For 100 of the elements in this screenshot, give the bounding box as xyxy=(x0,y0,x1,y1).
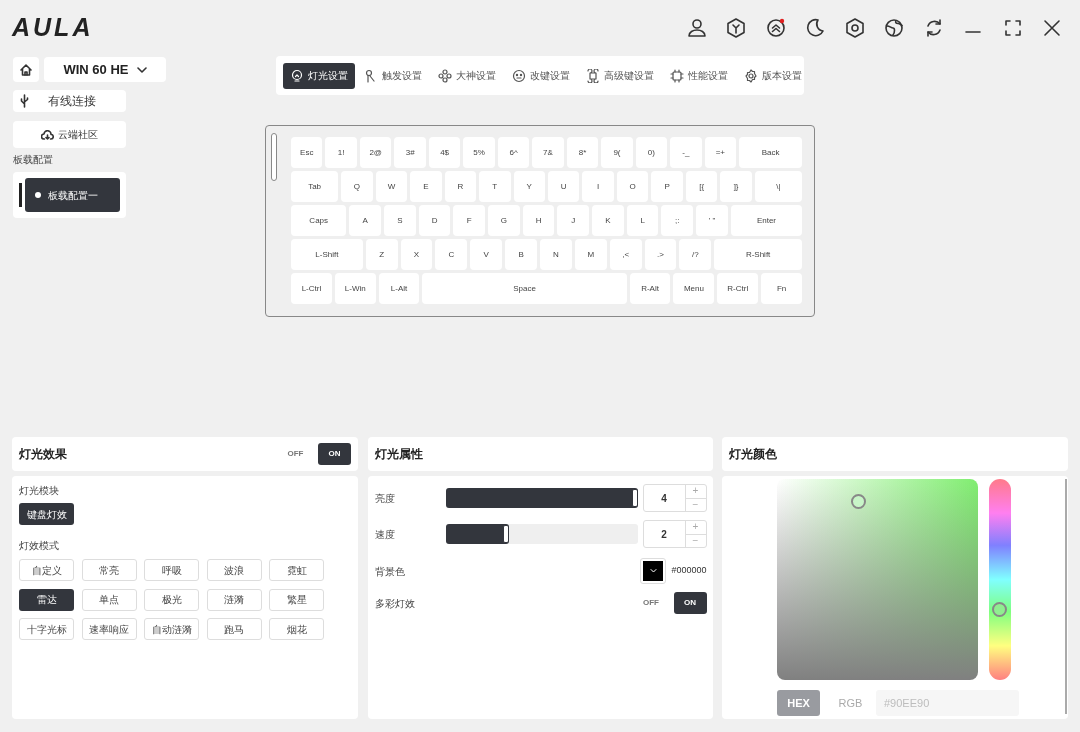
key[interactable]: B xyxy=(505,239,537,270)
key[interactable]: -_ xyxy=(670,137,702,168)
tab[interactable]: 版本设置 xyxy=(737,62,809,89)
fullscreen-icon[interactable] xyxy=(1002,18,1023,38)
key[interactable]: ,< xyxy=(609,239,642,270)
key[interactable]: L-Ctrl xyxy=(291,273,332,304)
key[interactable]: [{ xyxy=(685,171,718,202)
key[interactable]: /? xyxy=(679,239,712,270)
key[interactable]: U xyxy=(548,171,580,202)
toggle-option[interactable]: OFF xyxy=(634,592,668,614)
mode-button[interactable]: 自定义 xyxy=(19,559,74,581)
key[interactable]: F xyxy=(453,205,486,236)
key[interactable]: Fn xyxy=(761,273,802,304)
device-dropdown[interactable]: WIN 60 HE xyxy=(44,57,166,82)
mode-button[interactable]: 常亮 xyxy=(81,559,137,581)
scrollbar[interactable] xyxy=(1065,479,1067,714)
hexagon-icon[interactable] xyxy=(726,18,746,38)
key[interactable]: 5% xyxy=(463,137,495,168)
tab[interactable]: 大神设置 xyxy=(431,62,503,89)
key[interactable]: L xyxy=(626,205,659,236)
key[interactable]: 9( xyxy=(601,137,633,168)
key[interactable]: T xyxy=(479,171,511,202)
key[interactable]: Space xyxy=(422,273,627,304)
key[interactable]: \| xyxy=(754,171,803,202)
key[interactable]: ;: xyxy=(661,205,694,236)
key[interactable]: Back xyxy=(739,137,803,168)
key[interactable]: G xyxy=(488,205,520,236)
mode-button[interactable]: 呼吸 xyxy=(144,559,199,581)
key[interactable]: L-Shift xyxy=(291,239,363,270)
key[interactable]: A xyxy=(349,205,382,236)
key[interactable]: Q xyxy=(341,171,373,202)
home-button[interactable] xyxy=(13,57,39,82)
key[interactable]: 0) xyxy=(635,137,668,168)
saturation-area[interactable] xyxy=(777,479,978,680)
mode-button[interactable]: 霓虹 xyxy=(269,559,324,581)
tab[interactable]: 灯光设置 xyxy=(283,62,355,89)
mode-button[interactable]: 自动涟漪 xyxy=(144,618,199,640)
hex-field[interactable]: #90EE90 xyxy=(876,690,1019,716)
slider-thumb[interactable] xyxy=(502,525,509,543)
key[interactable]: O xyxy=(616,171,649,202)
key[interactable]: H xyxy=(522,205,555,236)
toggle-option[interactable]: ON xyxy=(673,592,707,614)
key[interactable]: 3# xyxy=(394,137,426,168)
key[interactable]: P xyxy=(651,171,683,202)
key[interactable]: X xyxy=(400,239,433,270)
cloud-button[interactable]: 云端社区 xyxy=(13,121,126,148)
mode-button[interactable]: 跑马 xyxy=(206,618,262,640)
key[interactable]: R-Alt xyxy=(629,273,671,304)
mode-button[interactable]: 波浪 xyxy=(206,559,262,581)
module-button[interactable]: 键盘灯效 xyxy=(19,503,74,525)
key[interactable]: Enter xyxy=(730,205,803,236)
key[interactable]: W xyxy=(375,171,408,202)
mode-button[interactable]: 烟花 xyxy=(269,618,324,640)
key[interactable]: .> xyxy=(644,239,677,270)
mode-button[interactable]: 雷达 xyxy=(19,588,74,611)
key[interactable]: S xyxy=(384,205,416,236)
key[interactable]: Esc xyxy=(291,137,323,168)
key[interactable]: C xyxy=(435,239,468,270)
chevrons-up-icon[interactable] xyxy=(765,18,786,38)
moon-icon[interactable] xyxy=(805,18,825,38)
mode-button[interactable]: 速率响应 xyxy=(81,618,137,640)
key[interactable]: 8* xyxy=(566,137,599,168)
key[interactable]: 1! xyxy=(325,137,357,168)
color-thumb[interactable] xyxy=(851,494,866,509)
slider-thumb[interactable] xyxy=(631,489,638,507)
mode-button[interactable]: 涟漪 xyxy=(206,588,262,611)
key[interactable]: ' " xyxy=(696,205,728,236)
mode-button[interactable]: 单点 xyxy=(81,588,137,611)
key[interactable]: R-Ctrl xyxy=(717,273,759,304)
key[interactable]: K xyxy=(592,205,624,236)
key[interactable]: J xyxy=(557,205,590,236)
toggle-option[interactable]: ON xyxy=(318,443,351,465)
key[interactable]: Z xyxy=(365,239,398,270)
key[interactable]: ]} xyxy=(720,171,752,202)
key[interactable]: =+ xyxy=(704,137,737,168)
key[interactable]: 2@ xyxy=(359,137,392,168)
tab[interactable]: 高级键设置 xyxy=(579,62,661,89)
key[interactable]: Y xyxy=(513,171,545,202)
key[interactable]: L-Alt xyxy=(378,273,420,304)
tab[interactable]: 触发设置 xyxy=(357,62,429,89)
key[interactable]: L-Win xyxy=(334,273,376,304)
connection-button[interactable]: 有线连接 xyxy=(13,90,126,112)
toggle-option[interactable]: OFF xyxy=(279,443,312,465)
key[interactable]: V xyxy=(470,239,503,270)
key[interactable]: Menu xyxy=(673,273,715,304)
key[interactable]: Caps xyxy=(291,205,347,236)
user-icon[interactable] xyxy=(686,18,707,38)
profile-item[interactable]: 板载配置一 xyxy=(25,178,120,212)
key[interactable]: 4$ xyxy=(428,137,461,168)
key[interactable]: M xyxy=(574,239,607,270)
globe-icon[interactable] xyxy=(884,18,904,38)
key[interactable]: 7& xyxy=(532,137,564,168)
settings-icon[interactable] xyxy=(844,18,865,38)
key[interactable]: Tab xyxy=(291,171,339,202)
key[interactable]: R xyxy=(444,171,477,202)
key[interactable]: E xyxy=(410,171,442,202)
key[interactable]: 6^ xyxy=(497,137,530,168)
key[interactable]: R-Shift xyxy=(714,239,802,270)
key[interactable]: N xyxy=(540,239,572,270)
mode-button[interactable]: 十字光标 xyxy=(19,618,74,640)
